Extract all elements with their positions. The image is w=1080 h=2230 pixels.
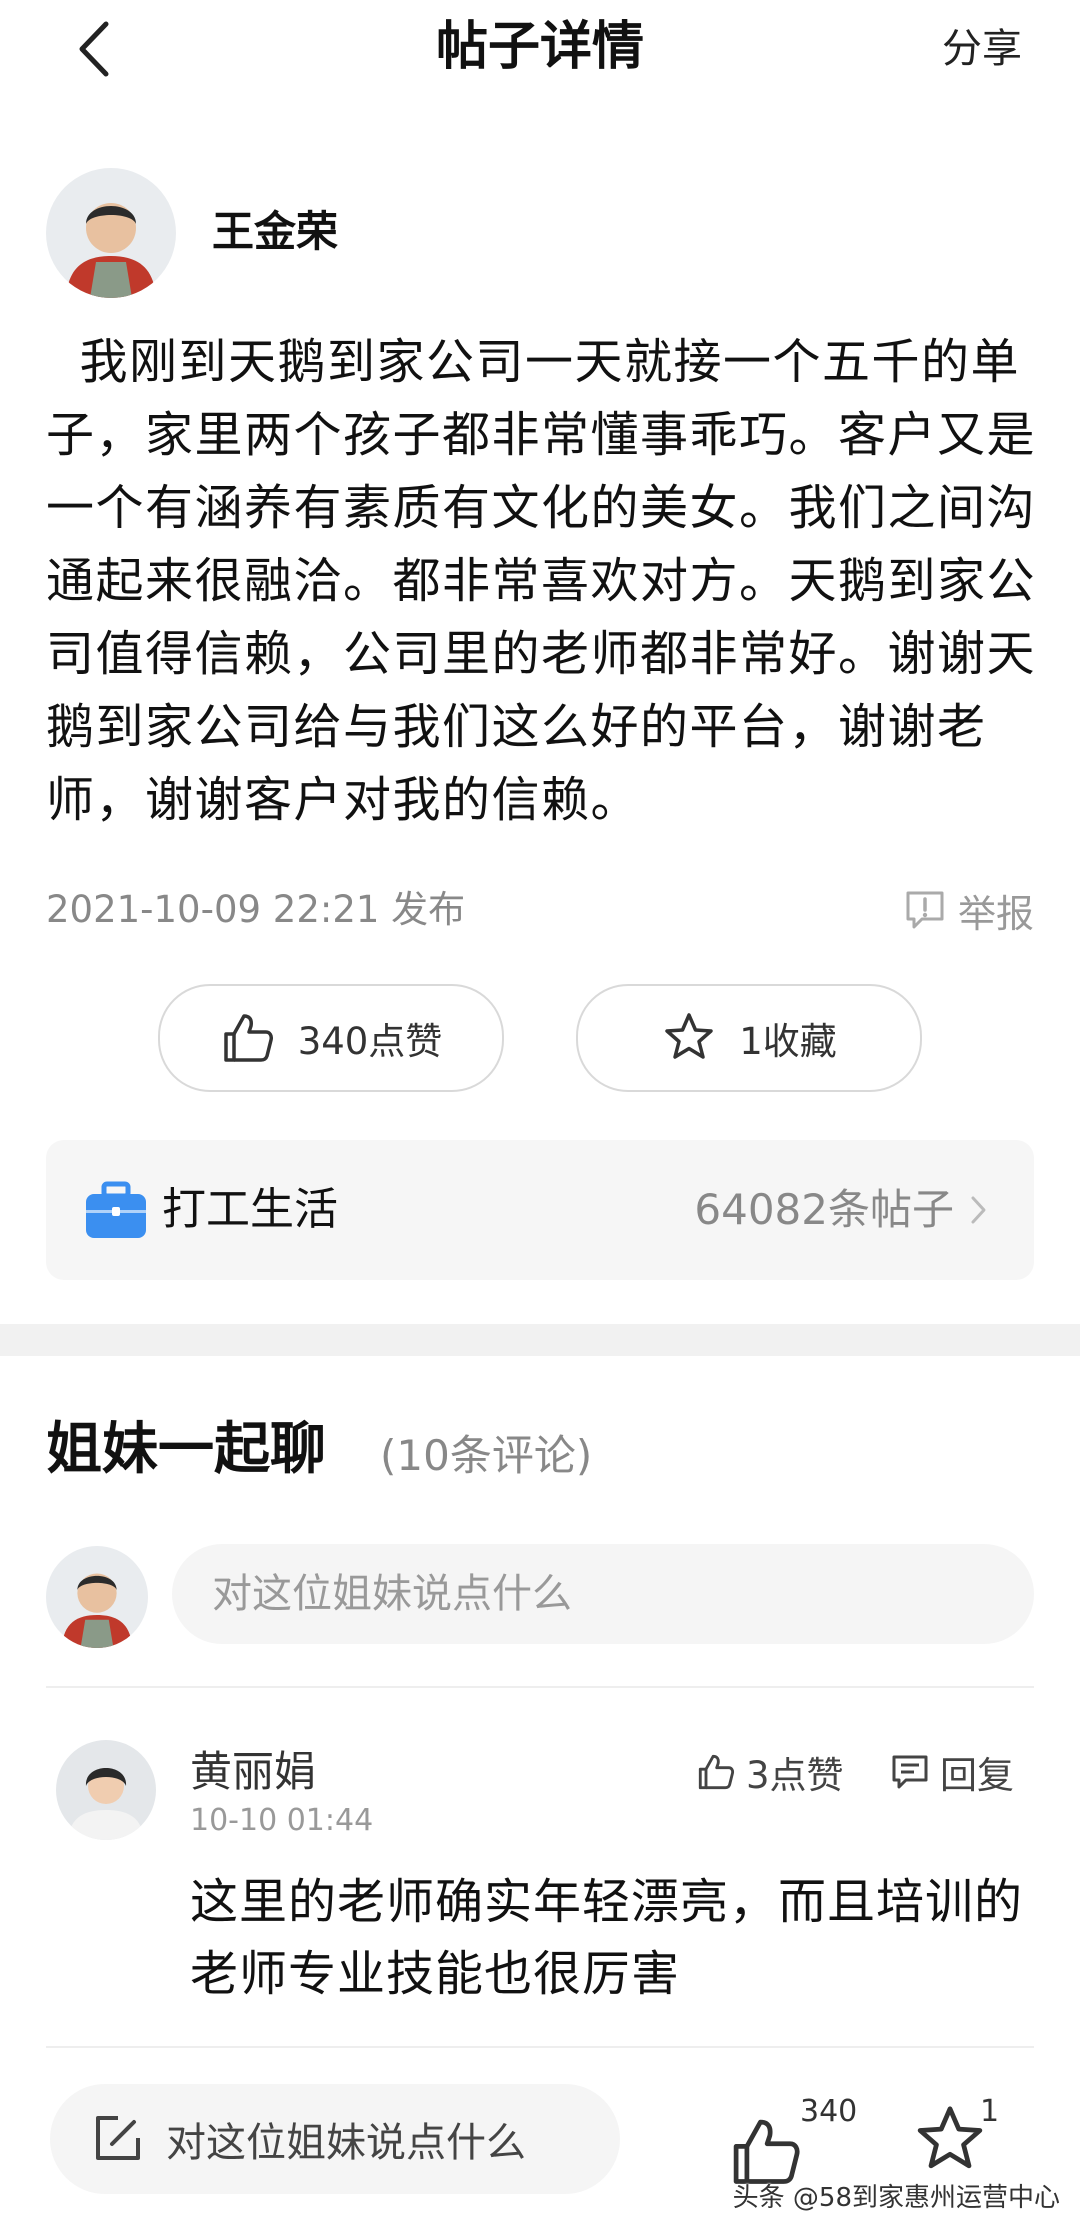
current-user-avatar	[46, 1546, 148, 1648]
thumbs-up-icon	[223, 1014, 273, 1062]
bottom-favorite-count: 1	[980, 2094, 1000, 2129]
author-name[interactable]: 王金荣	[212, 202, 338, 262]
divider	[46, 2046, 1034, 2048]
comment-input[interactable]: 对这位姐妹说点什么	[172, 1544, 1034, 1644]
topic-name: 打工生活	[162, 1184, 338, 1235]
comments-section-title: 姐妹一起聊	[46, 1417, 326, 1482]
report-label: 举报	[957, 891, 1034, 936]
divider	[46, 1686, 1034, 1688]
bottom-comment-input[interactable]: 对这位姐妹说点什么	[50, 2084, 620, 2194]
edit-icon	[96, 2116, 140, 2160]
comment-text: 这里的老师确实年轻漂亮，而且培训的老师专业技能也很厉害	[190, 1874, 1024, 2002]
post-body-text: 我刚到天鹅到家公司一天就接一个五千的单子，家里两个孩子都非常懂事乖巧。客户又是一…	[46, 334, 1037, 828]
share-button[interactable]: 分享	[942, 14, 1022, 84]
watermark-text: 头条 @58到家惠州运营中心	[732, 2183, 1060, 2213]
topic-card[interactable]: 打工生活 64082条帖子	[46, 1140, 1034, 1280]
comment-like-button[interactable]: 3点赞	[696, 1744, 844, 1800]
report-button[interactable]: 举报	[902, 880, 1034, 940]
like-button[interactable]: 340点赞	[158, 984, 504, 1092]
person-avatar-icon	[46, 1546, 148, 1648]
star-icon[interactable]	[912, 2102, 988, 2178]
topic-post-count: 64082条帖子	[694, 1185, 954, 1234]
top-nav-bar: 帖子详情 分享	[0, 0, 1080, 110]
star-icon	[665, 1013, 713, 1059]
comment-like-count: 3点赞	[746, 1754, 844, 1797]
page-title: 帖子详情	[435, 17, 644, 77]
chevron-right-icon	[971, 1196, 986, 1224]
comment-reply-button[interactable]: 回复	[890, 1744, 1014, 1800]
author-avatar[interactable]	[46, 168, 176, 298]
section-divider	[0, 1324, 1080, 1356]
thumbs-up-icon	[698, 1754, 735, 1790]
comment-reply-label: 回复	[940, 1754, 1014, 1797]
like-count-label: 340点赞	[297, 1020, 443, 1063]
back-arrow-icon[interactable]	[70, 14, 120, 84]
commenter-name[interactable]: 黄丽娟	[190, 1744, 316, 1800]
reply-icon	[892, 1755, 928, 1789]
post-timestamp: 2021-10-09 22:21 发布	[46, 888, 466, 931]
person-avatar-icon	[46, 168, 176, 298]
commenter-avatar[interactable]	[56, 1740, 156, 1840]
bottom-like-count: 340	[800, 2094, 858, 2129]
person-avatar-icon	[56, 1740, 156, 1840]
comment-timestamp: 10-10 01:44	[190, 1803, 374, 1838]
comments-count: (10条评论)	[380, 1431, 593, 1480]
bottom-input-label: 对这位姐妹说点什么	[166, 2120, 526, 2166]
report-icon	[906, 891, 944, 929]
briefcase-icon	[86, 1181, 146, 1238]
favorite-count-label: 1收藏	[739, 1020, 837, 1063]
favorite-button[interactable]: 1收藏	[576, 984, 922, 1092]
